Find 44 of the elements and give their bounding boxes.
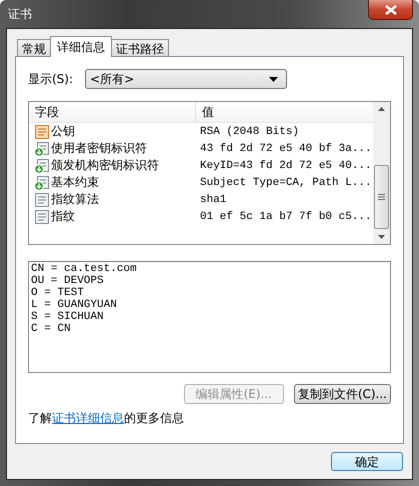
detail-text-box[interactable]: CN = ca.test.com OU = DEVOPS O = TEST L = GUANGYUAN S = SICHUAN C = CN xyxy=(28,261,391,373)
detail-line: L = GUANGYUAN xyxy=(31,299,118,311)
field-name[interactable]: 公钥 xyxy=(51,123,75,140)
document-download-icon xyxy=(34,174,50,190)
field-name[interactable]: 使用者密钥标识符 xyxy=(51,140,147,157)
action-button[interactable]: 复制到文件(C)... xyxy=(294,384,391,404)
detail-line: CN = ca.test.com xyxy=(31,263,138,275)
field-name[interactable]: 基本约束 xyxy=(51,174,99,191)
field-value: KeyID=43 fd 2d 72 e5 40... xyxy=(200,160,372,172)
column-header[interactable]: 值 xyxy=(196,102,214,122)
learn-more-text: 了解证书详细信息的更多信息 xyxy=(28,410,185,427)
ok-button[interactable]: 确定 xyxy=(331,452,403,471)
show-label: 显示(S): xyxy=(28,70,74,88)
field-name[interactable]: 指纹算法 xyxy=(51,191,99,208)
scrollbar[interactable] xyxy=(373,102,390,244)
dropdown-arrow-icon xyxy=(269,76,278,82)
certificate-icon xyxy=(34,124,50,140)
tab[interactable]: 证书路径 xyxy=(111,39,169,57)
field-value: Subject Type=CA, Path L... xyxy=(200,176,372,188)
detail-line: S = SICHUAN xyxy=(31,311,105,323)
document-download-icon xyxy=(34,140,50,156)
detail-line: OU = DEVOPS xyxy=(31,275,105,287)
close-icon xyxy=(384,4,396,14)
scroll-up-icon[interactable] xyxy=(378,107,385,111)
document-icon xyxy=(34,192,50,208)
show-dropdown[interactable]: <所有> xyxy=(85,69,288,89)
close-button[interactable] xyxy=(368,0,413,20)
field-value: RSA (2048 Bits) xyxy=(200,126,300,138)
details-link[interactable]: 证书详细信息 xyxy=(52,411,124,425)
document-icon xyxy=(34,208,50,224)
detail-line: C = CN xyxy=(31,323,72,335)
tab[interactable]: 常规 xyxy=(17,39,51,57)
scroll-down-icon[interactable] xyxy=(378,235,385,239)
window-title: 证书 xyxy=(8,6,32,23)
field-value: 43 fd 2d 72 e5 40 bf 3a... xyxy=(200,142,372,154)
field-name[interactable]: 颁发机构密钥标识符 xyxy=(51,157,159,174)
field-name[interactable]: 指纹 xyxy=(51,208,75,225)
document-download-icon xyxy=(34,158,50,174)
field-value: sha1 xyxy=(200,194,226,206)
scroll-thumb[interactable] xyxy=(374,165,389,229)
detail-line: O = TEST xyxy=(31,287,85,299)
field-value: 01 ef 5c 1a b7 7f b0 c5... xyxy=(200,210,372,222)
tab[interactable]: 详细信息 xyxy=(50,36,112,57)
column-header[interactable]: 字段 xyxy=(29,102,196,122)
